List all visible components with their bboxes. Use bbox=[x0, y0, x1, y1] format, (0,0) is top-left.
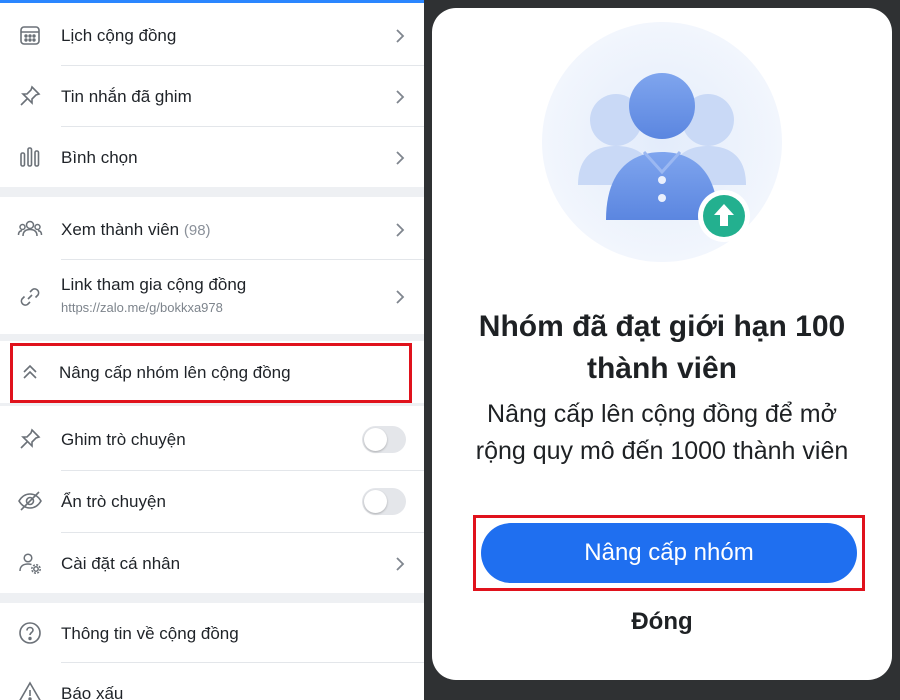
member-count: (98) bbox=[183, 222, 211, 239]
row-label: Ẩn trò chuyện bbox=[61, 492, 166, 511]
row-label: Lịch cộng đồng bbox=[61, 26, 177, 45]
warning-icon bbox=[17, 680, 43, 700]
row-label: Bình chọn bbox=[61, 148, 138, 167]
row-label: Thông tin về cộng đồng bbox=[61, 624, 239, 643]
settings-group-info: Thông tin về cộng đồng Báo xấu bbox=[0, 603, 424, 700]
upgrade-group-button[interactable]: Nâng cấp nhóm bbox=[481, 523, 857, 583]
settings-group-chat: Ghim trò chuyện Ẩn trò chuyện Cài đặt cá… bbox=[0, 406, 424, 593]
highlight-box: Nâng cấp nhóm bbox=[473, 515, 865, 591]
dialog-description: Nâng cấp lên cộng đồng để mở rộng quy mô… bbox=[432, 396, 892, 470]
eye-off-icon bbox=[17, 488, 43, 514]
hide-chat-toggle[interactable] bbox=[362, 488, 406, 515]
row-pin-chat: Ghim trò chuyện bbox=[0, 409, 424, 469]
row-label: Tin nhắn đã ghim bbox=[61, 87, 192, 106]
row-personal-settings[interactable]: Cài đặt cá nhân bbox=[0, 533, 424, 593]
pin-icon bbox=[17, 83, 43, 109]
row-report[interactable]: Báo xấu bbox=[0, 663, 424, 700]
members-icon bbox=[17, 216, 43, 242]
row-label: Ghim trò chuyện bbox=[61, 430, 186, 449]
link-icon bbox=[17, 284, 43, 310]
chevron-right-icon bbox=[395, 556, 405, 572]
dialog-title-line-1: Nhóm đã đạt giới hạn 100 bbox=[478, 310, 846, 343]
upgrade-dialog-screen: Nhóm đã đạt giới hạn 100 thành viên Nâng… bbox=[424, 0, 900, 700]
toggle-knob bbox=[364, 428, 387, 451]
calendar-icon bbox=[17, 22, 43, 48]
row-view-members[interactable]: Xem thành viên (98) bbox=[0, 199, 424, 259]
join-link-url[interactable]: https://zalo.me/g/bokkxa978 bbox=[61, 300, 223, 315]
poll-icon bbox=[17, 144, 43, 170]
help-icon bbox=[17, 620, 43, 646]
toggle-knob bbox=[364, 490, 387, 513]
row-label: Link tham gia cộng đồng bbox=[61, 275, 247, 294]
dialog-title-line-2: thành viên bbox=[586, 352, 737, 385]
row-join-link[interactable]: Link tham gia cộng đồng https://zalo.me/… bbox=[0, 260, 424, 334]
row-hide-chat: Ẩn trò chuyện bbox=[0, 471, 424, 531]
dialog-description-line-1: Nâng cấp lên cộng đồng để mở bbox=[487, 400, 837, 428]
chevron-right-icon bbox=[395, 222, 405, 238]
settings-group-members: Xem thành viên (98) Link tham gia cộng đ… bbox=[0, 197, 424, 334]
chevron-right-icon bbox=[395, 289, 405, 305]
pin-chat-toggle[interactable] bbox=[362, 426, 406, 453]
row-community-calendar[interactable]: Lịch cộng đồng bbox=[0, 5, 424, 65]
members-label: Xem thành viên bbox=[61, 220, 180, 239]
group-settings-panel: Lịch cộng đồng Tin nhắn đã ghim Bình chọ… bbox=[0, 0, 424, 700]
chevron-right-icon bbox=[395, 150, 405, 166]
row-label: Báo xấu bbox=[61, 684, 124, 700]
row-pinned-messages[interactable]: Tin nhắn đã ghim bbox=[0, 66, 424, 126]
row-label: Xem thành viên (98) bbox=[61, 220, 211, 240]
user-settings-icon bbox=[17, 550, 43, 576]
chevron-right-icon bbox=[395, 28, 405, 44]
pin-icon bbox=[17, 426, 43, 452]
row-community-info[interactable]: Thông tin về cộng đồng bbox=[0, 603, 424, 663]
highlight-box bbox=[10, 343, 412, 403]
chevron-right-icon bbox=[395, 89, 405, 105]
upgrade-group-dialog: Nhóm đã đạt giới hạn 100 thành viên Nâng… bbox=[432, 8, 892, 680]
dialog-description-line-2: rộng quy mô đến 1000 thành viên bbox=[475, 437, 849, 465]
row-polls[interactable]: Bình chọn bbox=[0, 127, 424, 187]
settings-group-tools: Lịch cộng đồng Tin nhắn đã ghim Bình chọ… bbox=[0, 3, 424, 187]
close-button[interactable]: Đóng bbox=[432, 608, 892, 636]
group-upgrade-illustration bbox=[540, 20, 784, 264]
row-label: Cài đặt cá nhân bbox=[61, 554, 181, 573]
dialog-title: Nhóm đã đạt giới hạn 100 thành viên bbox=[432, 306, 892, 390]
